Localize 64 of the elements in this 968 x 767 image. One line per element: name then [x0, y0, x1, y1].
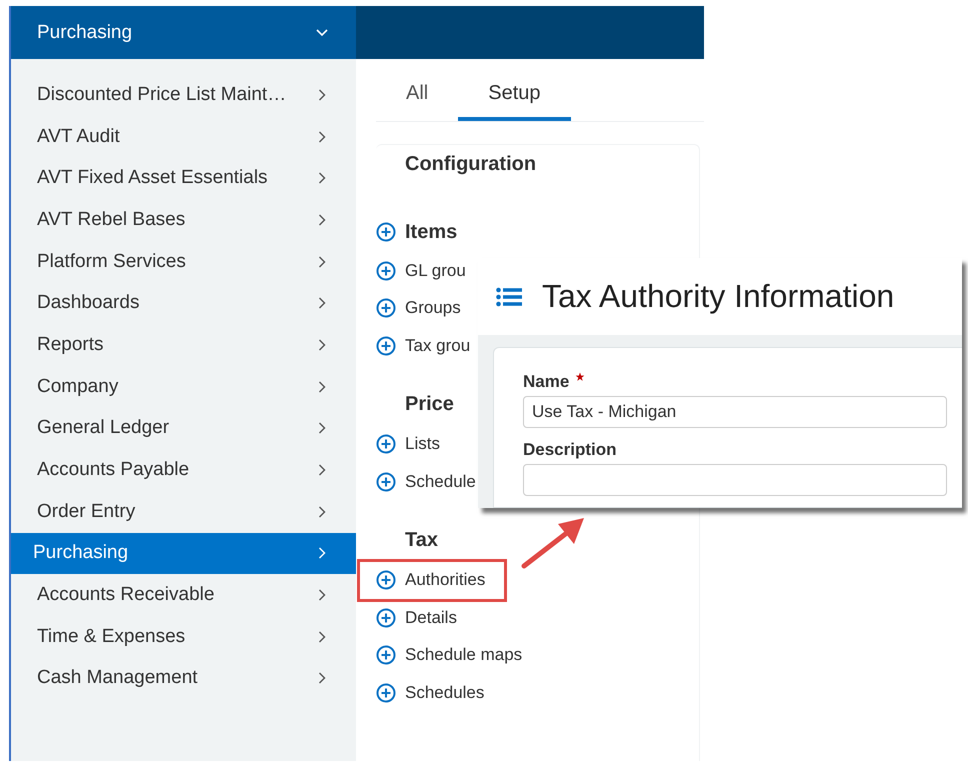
menu-link[interactable]: Details	[376, 599, 461, 636]
sidebar-item[interactable]: Time & Expenses	[11, 616, 356, 658]
chevron-right-icon	[318, 547, 326, 560]
plus-circle-icon	[376, 298, 396, 318]
sidebar-item[interactable]: Accounts Receivable	[11, 574, 356, 616]
chevron-right-icon	[318, 422, 326, 434]
field-label: Description	[523, 440, 617, 460]
chevron-right-icon	[318, 88, 326, 101]
menu-link[interactable]: Groups	[376, 290, 465, 327]
chevron-right-icon	[318, 464, 326, 476]
plus-circle-icon	[376, 336, 396, 356]
section-title: Configuration	[405, 153, 536, 177]
chevron-down-icon	[316, 28, 328, 36]
chevron-right-icon	[318, 338, 326, 351]
sidebar-item[interactable]: Accounts Payable	[11, 449, 356, 491]
sidebar-header[interactable]: Purchasing	[11, 6, 356, 59]
chevron-right-icon	[318, 214, 326, 226]
sidebar-title: Purchasing	[37, 22, 132, 44]
plus-circle-icon	[376, 608, 396, 628]
plus-circle-icon	[376, 570, 396, 590]
plus-circle-icon	[376, 260, 396, 281]
sidebar-item[interactable]: General Ledger	[11, 408, 356, 450]
section-title: Tax	[405, 528, 438, 552]
sidebar-item[interactable]: AVT Rebel Bases	[11, 199, 356, 241]
menu-link[interactable]: Schedules	[376, 674, 488, 712]
sidebar-item[interactable]: AVT Audit	[11, 116, 356, 158]
plus-circle-icon	[376, 682, 396, 703]
menu-group-link[interactable]: Items	[376, 212, 462, 252]
input-field[interactable]	[523, 464, 947, 496]
plus-circle-icon	[376, 222, 396, 242]
chevron-right-icon	[318, 380, 326, 393]
menu-link[interactable]: Lists	[376, 426, 444, 463]
plus-circle-icon	[376, 434, 396, 454]
input-field[interactable]: Use Tax - Michigan	[523, 396, 947, 428]
menu-link[interactable]: GL grou	[376, 252, 470, 290]
chevron-right-icon	[318, 672, 326, 684]
sidebar-item[interactable]: Company	[11, 366, 356, 408]
section-title: Price	[405, 392, 454, 416]
chevron-right-icon	[318, 172, 326, 184]
chevron-right-icon	[318, 130, 326, 143]
list-icon	[496, 286, 522, 306]
popup-title: Tax Authority Information	[542, 278, 894, 315]
sidebar-item[interactable]: Cash Management	[11, 658, 356, 700]
sidebar-item[interactable]: Order Entry	[11, 490, 356, 533]
menu-link[interactable]: Tax grou	[376, 327, 474, 364]
field-label: Name	[523, 372, 570, 392]
sidebar-item[interactable]: AVT Fixed Asset Essentials	[11, 157, 356, 200]
sidebar-item[interactable]: Purchasing	[11, 532, 356, 574]
menu-link[interactable]: Authorities	[360, 562, 504, 599]
plus-circle-icon	[376, 645, 396, 666]
chevron-right-icon	[318, 256, 326, 268]
sidebar-item[interactable]: Discounted Price List Maint…	[11, 74, 356, 116]
menu-link[interactable]: Schedule	[376, 463, 480, 500]
chevron-right-icon	[318, 630, 326, 643]
menu-link[interactable]: Schedule maps	[376, 636, 526, 674]
tab[interactable]: Setup	[458, 82, 570, 121]
sidebar-item[interactable]: Platform Services	[11, 240, 356, 282]
chevron-right-icon	[318, 589, 326, 602]
sidebar-item[interactable]: Dashboards	[11, 282, 356, 324]
tab[interactable]: All	[376, 82, 458, 121]
plus-circle-icon	[376, 472, 396, 492]
chevron-right-icon	[318, 297, 326, 310]
chevron-right-icon	[318, 506, 326, 518]
sidebar-item[interactable]: Reports	[11, 324, 356, 366]
